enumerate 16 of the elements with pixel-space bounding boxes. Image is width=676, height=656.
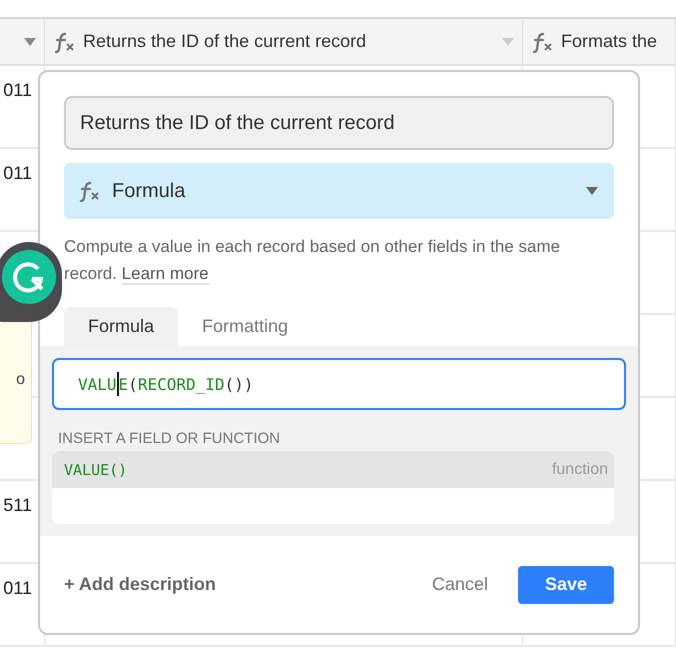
field-type-select[interactable]: Formula [64, 163, 614, 219]
suggestion-item[interactable]: VALUE() function [52, 451, 614, 488]
save-button[interactable]: Save [518, 566, 614, 604]
section-heading: INSERT A FIELD OR FUNCTION [58, 430, 281, 447]
tab[interactable]: Formula [64, 307, 178, 346]
column-header[interactable]: Formats the [523, 19, 676, 66]
tab[interactable]: Formatting [178, 307, 312, 346]
field-name-input[interactable]: Returns the ID of the current record [64, 96, 614, 150]
add-description-button[interactable]: + Add description [64, 574, 216, 595]
column-title: Formats the [561, 31, 658, 52]
column-header[interactable]: Returns the ID of the current record [45, 19, 523, 66]
cancel-button[interactable]: Cancel [426, 573, 494, 596]
formula-input[interactable]: VALU E(RECORD_ID()) [52, 358, 626, 410]
learn-more-link[interactable]: Learn more [122, 264, 209, 285]
description-text: Compute a value in each record based on other fields in the same record. Learn more [64, 236, 562, 287]
column-title: Returns the ID of the current record [83, 31, 368, 52]
